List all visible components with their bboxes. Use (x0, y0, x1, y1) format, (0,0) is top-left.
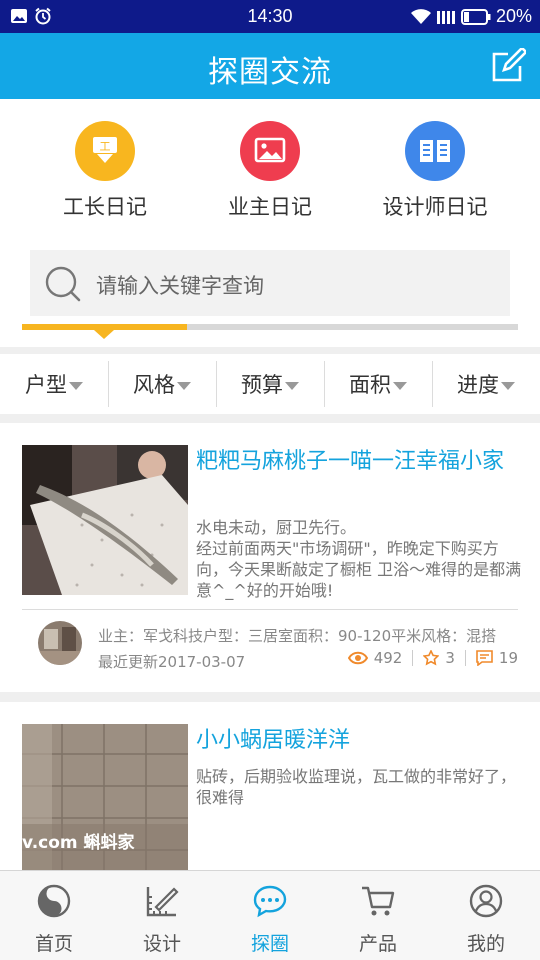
wifi-icon (410, 8, 431, 24)
thumbnail-watermark: v.com 蝌蚪家 (22, 833, 135, 853)
star-icon (423, 650, 440, 666)
nav-label: 探圈 (250, 933, 289, 955)
tab-designer-diary[interactable]: 设计师日记 (350, 121, 520, 221)
post-updated: 最近更新2017-03-07 (98, 653, 246, 671)
favorites-count: 3 (445, 649, 455, 667)
post-card[interactable]: 粑粑马麻桃子一喵一汪幸福小家 水电未动，厨卫先行。 经过前面两天"市场调研"，昨… (0, 423, 540, 692)
diary-label-owner: 业主日记 (228, 195, 312, 219)
filter-label: 进度 (457, 373, 499, 397)
avatar[interactable] (38, 621, 82, 665)
divider (22, 609, 518, 610)
nav-label: 首页 (34, 933, 73, 955)
app-header: 探圈交流 (0, 33, 540, 99)
active-tab-pointer (94, 330, 114, 339)
filter-label: 风格 (133, 373, 175, 397)
home-icon (37, 884, 71, 918)
filter-style[interactable]: 风格 (108, 354, 216, 414)
post-title[interactable]: 粑粑马麻桃子一喵一汪幸福小家 (196, 447, 522, 477)
designer-diary-icon (405, 121, 465, 181)
post-title[interactable]: 小小蜗居暖洋洋 (196, 726, 522, 756)
nav-home[interactable]: 首页 (0, 871, 108, 960)
profile-icon (469, 884, 503, 918)
diary-label-designer: 设计师日记 (382, 195, 488, 219)
community-icon (253, 885, 287, 918)
filter-label: 预算 (241, 373, 283, 397)
nav-products[interactable]: 产品 (324, 871, 432, 960)
search-placeholder: 请输入关键字查询 (96, 274, 264, 298)
filter-area[interactable]: 面积 (324, 354, 432, 414)
post-description: 水电未动，厨卫先行。 经过前面两天"市场调研"，昨晚定下购买方向，今天果断敲定了… (196, 518, 522, 600)
filter-label: 户型 (25, 373, 67, 397)
nav-design[interactable]: 设计 (108, 871, 216, 960)
status-bar: 14:30 20% (0, 0, 540, 33)
battery-level: 20% (495, 6, 532, 26)
nav-label: 产品 (358, 933, 397, 955)
stat-divider (412, 650, 414, 666)
stat-divider (464, 650, 466, 666)
post-description: 贴砖，后期验收监理说，瓦工做的非常好了，很难得 (196, 767, 517, 807)
tab-owner-diary[interactable]: 业主日记 (185, 121, 355, 221)
owner-diary-icon (240, 121, 300, 181)
battery-icon (460, 8, 491, 25)
nav-label: 我的 (466, 933, 505, 955)
post-stats: 492 3 19 (347, 649, 518, 667)
post-card[interactable]: v.com 蝌蚪家 小小蜗居暖洋洋 贴砖，后期验收监理说，瓦工做的非常好了，很难… (0, 702, 540, 874)
nav-community[interactable]: 探圈 (216, 871, 324, 960)
cart-icon (362, 886, 395, 916)
filter-house-type[interactable]: 户型 (0, 354, 108, 414)
bottom-nav: 首页 设计 探圈 产品 我的 (0, 870, 540, 960)
diary-tab-indicator (22, 324, 518, 339)
design-icon (146, 887, 179, 917)
dropdown-caret-icon (69, 381, 83, 390)
filter-label: 面积 (349, 373, 391, 397)
nav-profile[interactable]: 我的 (432, 871, 540, 960)
comment-icon (476, 650, 493, 666)
filter-bar: 户型 风格 预算 面积 进度 (0, 354, 540, 414)
dropdown-caret-icon (393, 381, 407, 390)
filter-progress[interactable]: 进度 (432, 354, 540, 414)
search-icon (45, 266, 81, 302)
filter-budget[interactable]: 预算 (216, 354, 324, 414)
dropdown-caret-icon (501, 381, 515, 390)
dropdown-caret-icon (285, 381, 299, 390)
post-meta: 业主：军戈科技户型：三居室面积：90-120平米风格：混搭 (98, 627, 497, 645)
views-count: 492 (373, 649, 403, 667)
tab-foreman-diary[interactable]: 工 工长日记 (20, 121, 190, 221)
favorites-stat: 3 (423, 649, 455, 667)
compose-icon[interactable] (490, 48, 526, 84)
page-title: 探圈交流 (208, 55, 332, 90)
post-thumbnail: v.com 蝌蚪家 (22, 724, 188, 874)
nav-label: 设计 (142, 933, 181, 955)
dropdown-caret-icon (177, 381, 191, 390)
eye-icon (347, 651, 368, 665)
foreman-glyph: 工 (100, 140, 111, 153)
search-input[interactable]: 请输入关键字查询 (30, 250, 510, 316)
views-stat: 492 (347, 649, 403, 667)
comments-stat: 19 (476, 649, 518, 667)
post-thumbnail (22, 445, 188, 595)
comments-count: 19 (498, 649, 518, 667)
signal-icon (436, 10, 455, 24)
diary-label-foreman: 工长日记 (63, 195, 147, 219)
foreman-diary-icon: 工 (75, 121, 135, 181)
